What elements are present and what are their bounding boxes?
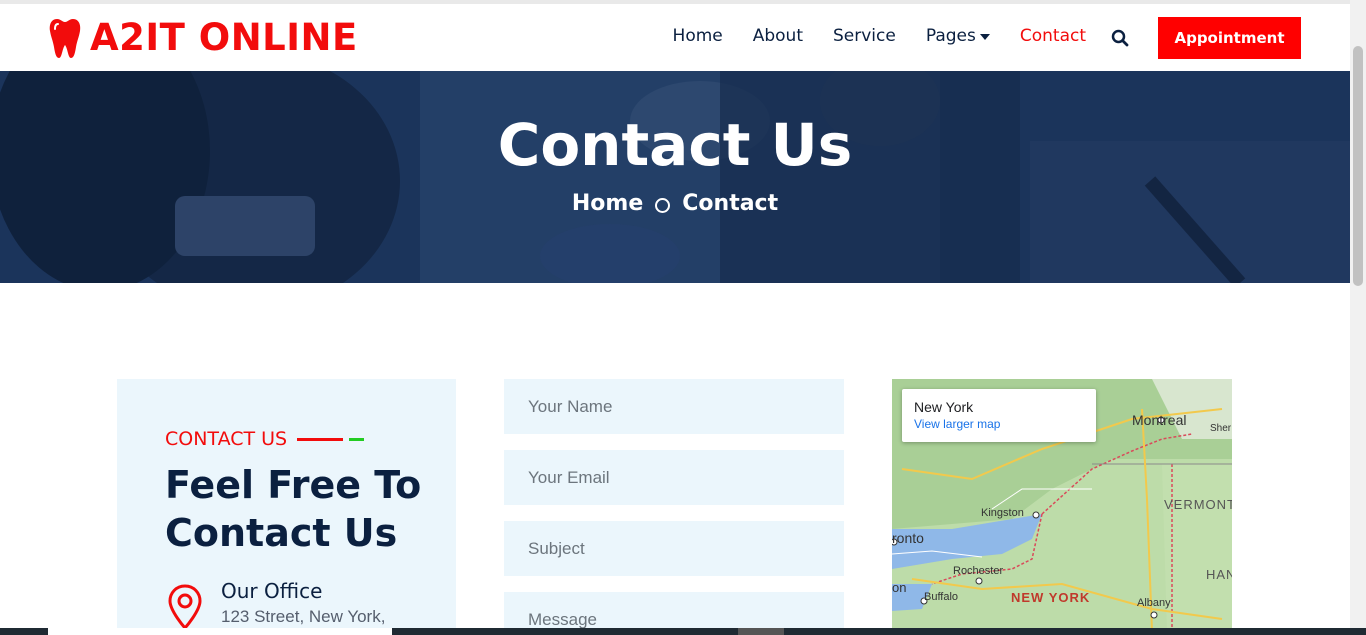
map-label-sher: Sher [1210, 423, 1232, 434]
nav-home[interactable]: Home [673, 26, 723, 46]
nav-pages-label: Pages [925, 26, 976, 46]
email-input[interactable] [504, 450, 844, 505]
navbar: A2IT ONLINE Home About Service Pages Con… [0, 4, 1350, 71]
map-label-new-york: NEW YORK [1011, 590, 1091, 605]
map-label-rochester: Rochester [953, 565, 1004, 577]
map-label-buffalo: Buffalo [924, 591, 959, 603]
nav-service[interactable]: Service [833, 26, 896, 46]
name-input[interactable] [504, 379, 844, 434]
eyebrow-label: CONTACT US [165, 428, 288, 450]
circle-separator-icon [655, 197, 671, 213]
nav-about[interactable]: About [753, 26, 803, 46]
main-nav: Home About Service Pages Contact [673, 26, 1086, 46]
taskbar-item[interactable] [738, 628, 784, 635]
office-text: Our Office 123 Street, New York, [221, 579, 385, 633]
map-label-toronto: ronto [892, 530, 924, 546]
section-title: Feel Free To Contact Us [165, 463, 422, 555]
office-info: Our Office 123 Street, New York, [165, 579, 385, 633]
red-line [297, 437, 344, 441]
map-embed[interactable]: Montreal Sher VERMONT Kingston ronto Roc… [892, 379, 1232, 631]
tooth-icon [49, 18, 81, 58]
brand-logo[interactable]: A2IT ONLINE [48, 16, 358, 59]
office-title: Our Office [221, 579, 323, 603]
caret-down-icon [979, 34, 990, 40]
breadcrumb-current: Contact [682, 191, 779, 216]
map-info-card: New York View larger map [902, 389, 1096, 442]
view-larger-map-link[interactable]: View larger map [914, 417, 1084, 431]
eyebrow-divider [297, 437, 365, 441]
page: A2IT ONLINE Home About Service Pages Con… [0, 0, 1366, 635]
breadcrumb-home[interactable]: Home [572, 191, 643, 216]
brand-name: A2IT ONLINE [90, 16, 358, 59]
map-label-montreal: Montreal [1132, 412, 1187, 428]
page-header-banner: Contact Us Home Contact [0, 71, 1350, 283]
map-label-ham: HAN [1206, 567, 1232, 582]
contact-info-card: CONTACT US Feel Free To Contact Us Our O… [117, 379, 456, 635]
contact-form [504, 379, 844, 635]
office-address: 123 Street, New York, [221, 607, 386, 626]
map-label-albany: Albany [1137, 597, 1171, 609]
search-icon[interactable] [1111, 29, 1129, 47]
map-label-on: on [892, 580, 907, 595]
nav-pages[interactable]: Pages [926, 26, 990, 46]
page-title: Contact Us [497, 111, 853, 179]
green-line [349, 437, 365, 441]
appointment-button[interactable]: Appointment [1158, 17, 1301, 59]
map-place-name: New York [914, 399, 974, 415]
nav-contact[interactable]: Contact [1020, 26, 1086, 46]
map-label-kingston: Kingston [981, 507, 1024, 519]
scrollbar-thumb[interactable] [1353, 46, 1363, 286]
section-eyebrow: CONTACT US [165, 428, 365, 450]
map-label-vermont: VERMONT [1164, 497, 1232, 512]
subject-input[interactable] [504, 521, 844, 576]
taskbar-window[interactable] [48, 628, 392, 635]
breadcrumb: Home Contact [0, 191, 1350, 216]
location-pin-icon [168, 584, 202, 631]
